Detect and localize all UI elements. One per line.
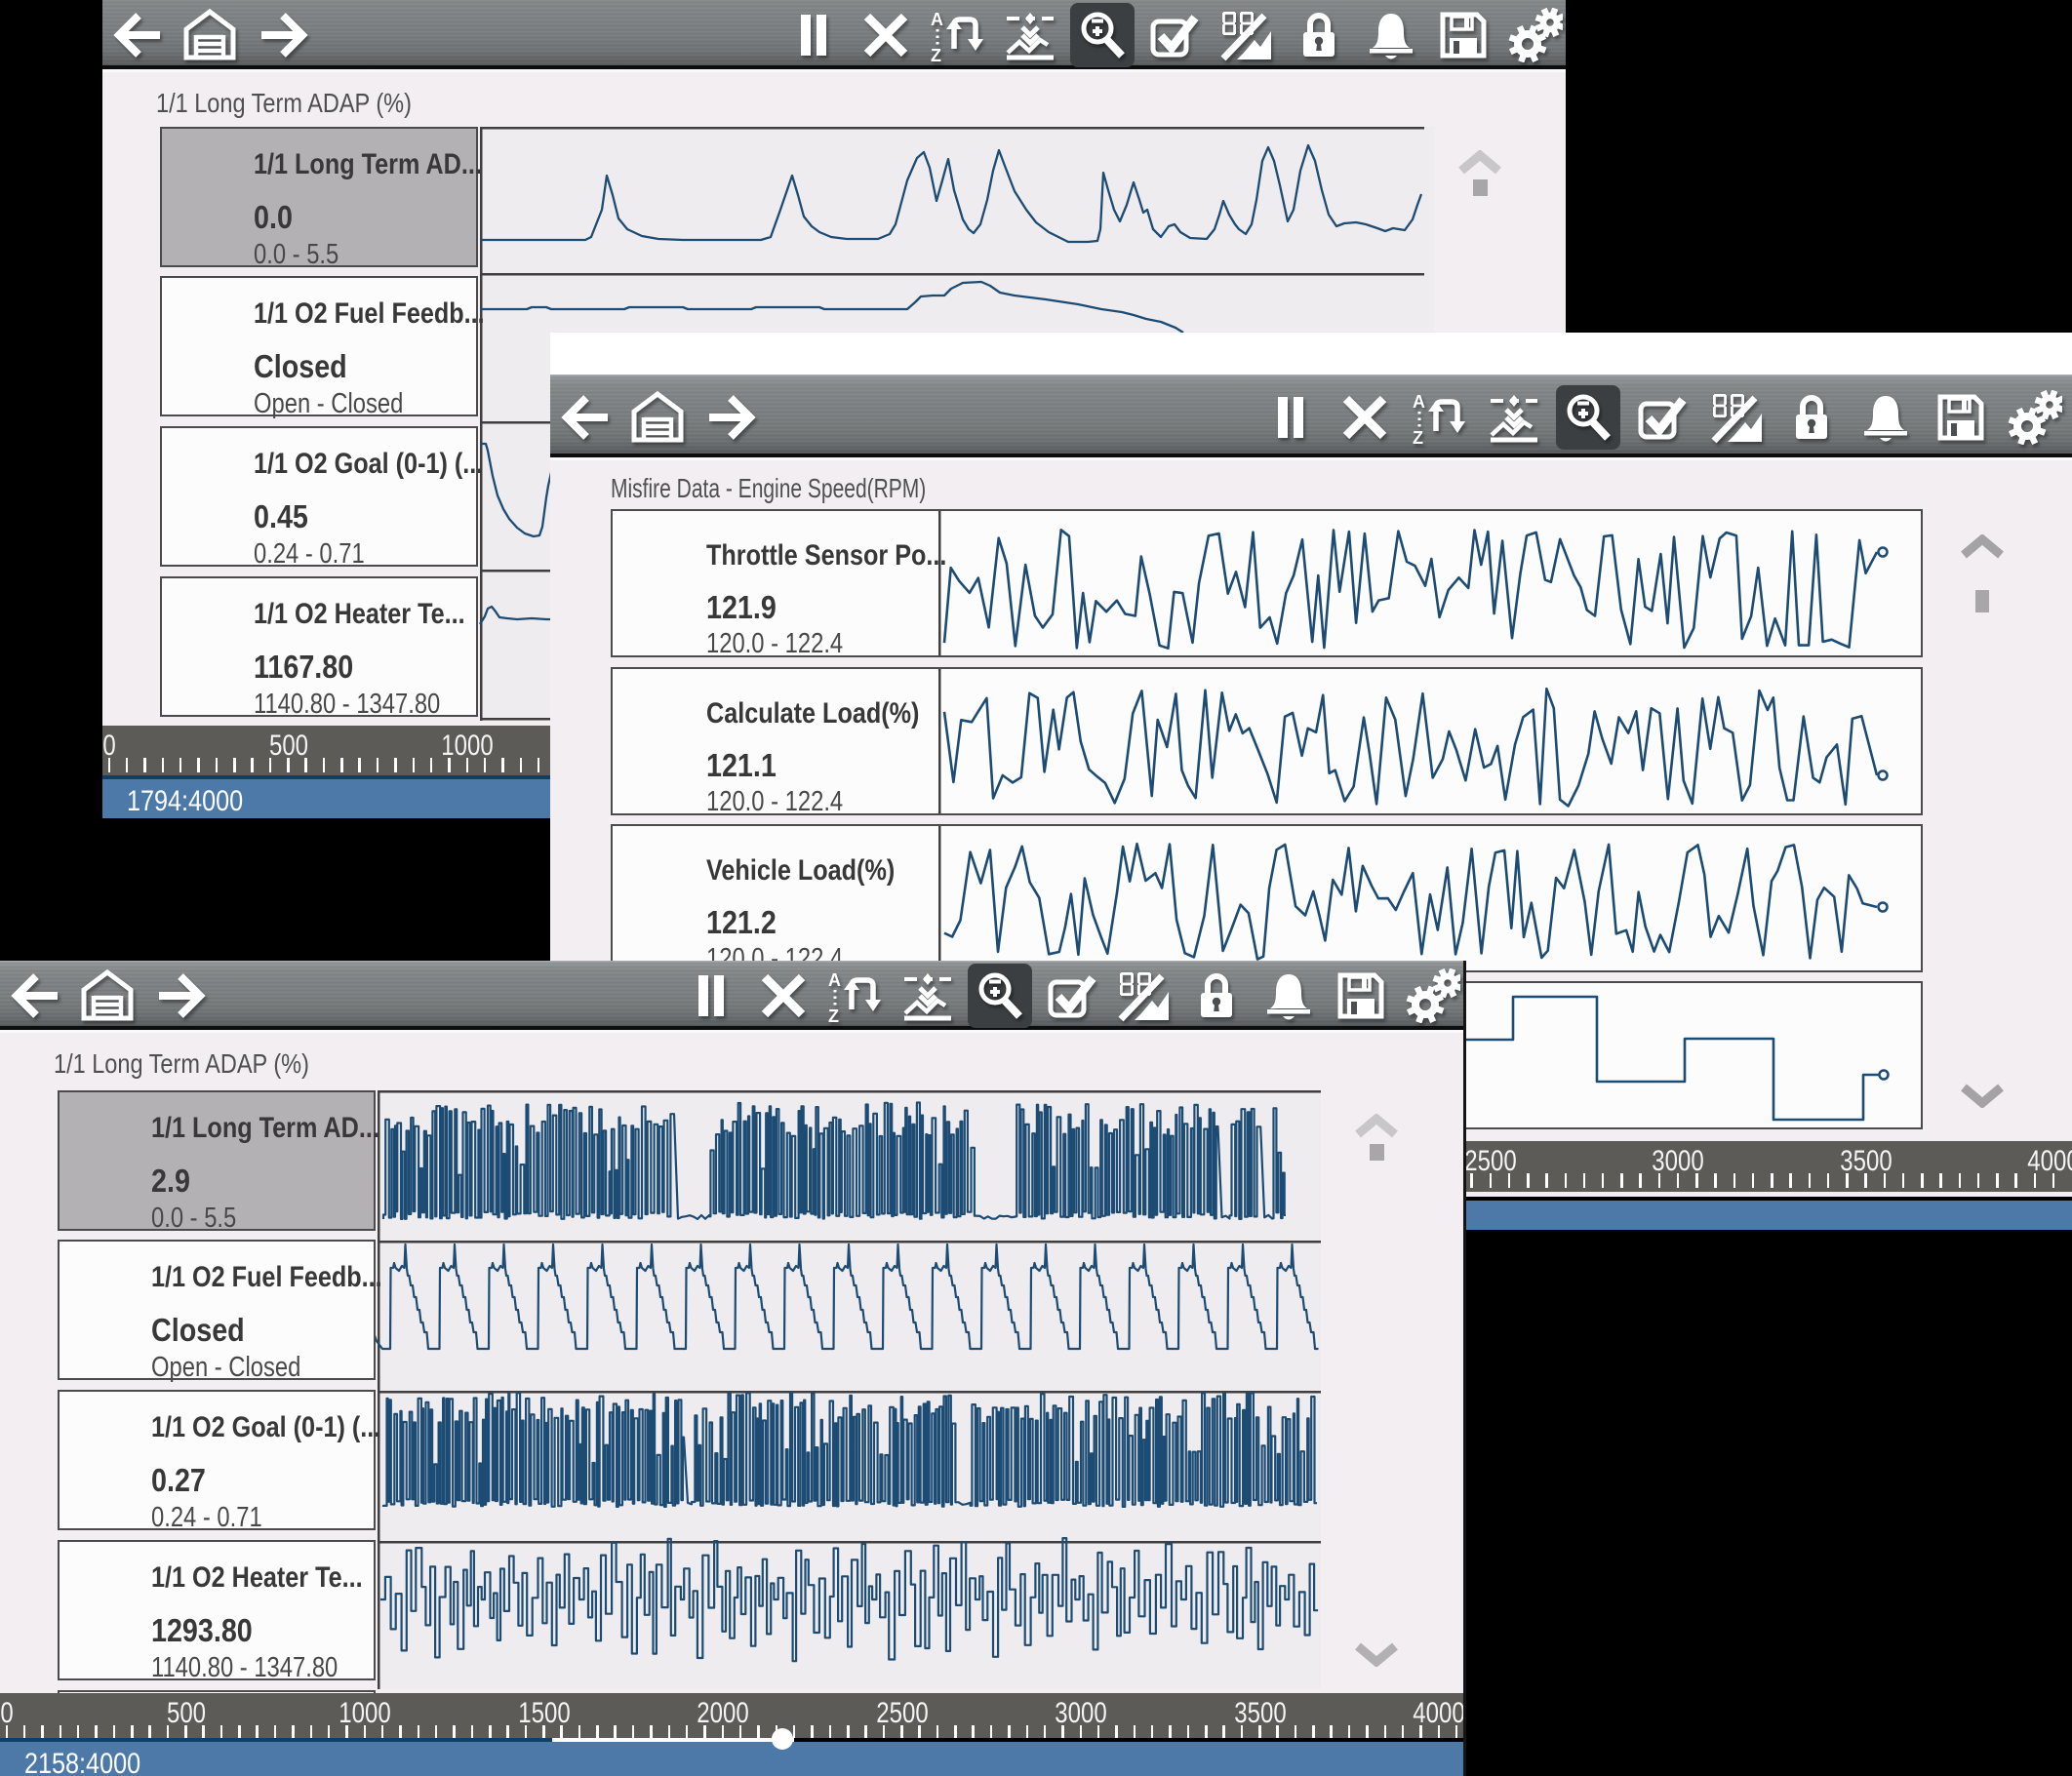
svg-text:A: A (931, 10, 943, 29)
svg-text:Z: Z (828, 1006, 839, 1023)
svg-text:A: A (828, 970, 841, 990)
svg-text:Z: Z (931, 46, 941, 62)
